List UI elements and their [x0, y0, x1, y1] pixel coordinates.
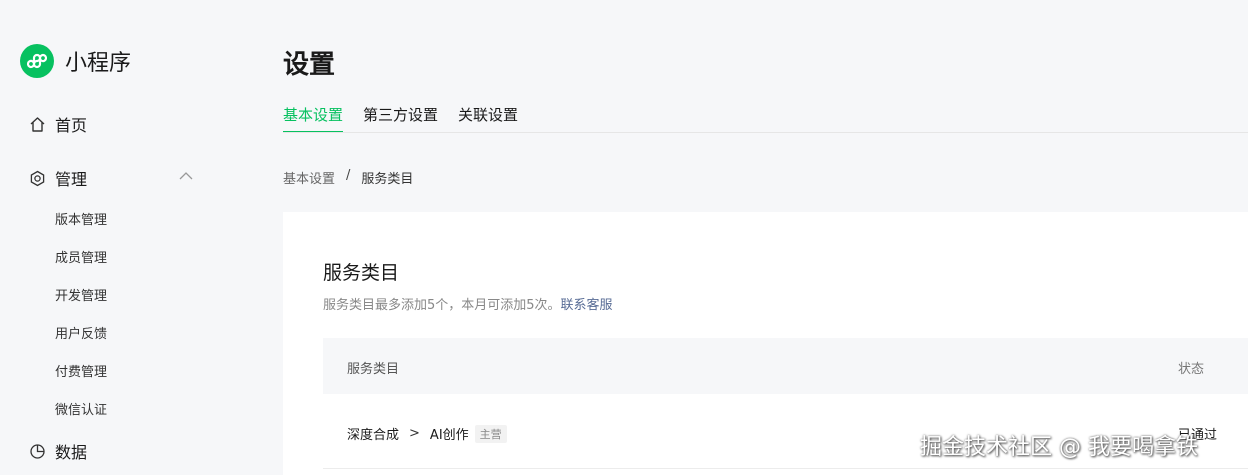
page-title: 设置	[283, 50, 336, 80]
sidebar-subitem-members[interactable]: 成员管理	[55, 247, 107, 266]
sidebar-subitem-verify[interactable]: 微信认证	[55, 399, 107, 418]
column-header-category: 服务类目	[347, 362, 400, 377]
tabs-divider	[283, 132, 1248, 133]
row-divider	[323, 468, 1248, 469]
sidebar-subitem-version[interactable]: 版本管理	[55, 209, 107, 228]
breadcrumb-current: 服务类目	[361, 172, 414, 187]
column-header-status: 状态	[1178, 362, 1205, 377]
watermark: 掘金技术社区 @ 我要喝拿铁	[920, 435, 1198, 460]
sidebar-item-label: 首页	[55, 116, 88, 135]
category-arrow: >	[409, 426, 420, 441]
table-header: 服务类目 状态	[323, 338, 1248, 394]
tab-basic-settings[interactable]: 基本设置	[283, 104, 344, 133]
brand[interactable]: 小程序	[20, 44, 131, 78]
sidebar-subitem-feedback[interactable]: 用户反馈	[55, 323, 107, 342]
category-primary: 深度合成	[347, 428, 400, 443]
category-cell: 深度合成 > AI创作 主营	[347, 424, 507, 443]
sidebar-item-data[interactable]: 数据	[28, 439, 87, 463]
breadcrumb-separator: /	[346, 168, 351, 183]
tab-linked-settings[interactable]: 关联设置	[458, 104, 518, 133]
sidebar-subitem-dev[interactable]: 开发管理	[55, 285, 107, 304]
home-icon	[28, 115, 46, 133]
breadcrumb: 基本设置 / 服务类目	[283, 168, 413, 187]
sidebar: 小程序 首页 管理 版本管理 成员管理 开发管理 用户反馈 付费管理 微信认证	[0, 0, 240, 475]
sidebar-subitem-payment[interactable]: 付费管理	[55, 361, 107, 380]
sidebar-item-label: 数据	[55, 443, 88, 462]
gear-icon	[28, 169, 46, 187]
description-text: 服务类目最多添加5个，本月可添加5次。	[323, 298, 561, 313]
card-description: 服务类目最多添加5个，本月可添加5次。联系客服	[323, 294, 613, 313]
chevron-up-icon[interactable]	[178, 170, 194, 182]
tab-third-party-settings[interactable]: 第三方设置	[363, 104, 438, 133]
sidebar-item-manage[interactable]: 管理	[28, 166, 87, 190]
sidebar-item-label: 管理	[55, 170, 88, 189]
breadcrumb-basic-settings[interactable]: 基本设置	[283, 168, 335, 187]
brand-name: 小程序	[65, 51, 132, 76]
card-title: 服务类目	[323, 262, 400, 284]
contact-support-link[interactable]: 联系客服	[561, 298, 613, 313]
primary-business-badge: 主营	[474, 424, 507, 443]
sidebar-item-home[interactable]: 首页	[28, 112, 87, 136]
settings-tabs: 基本设置 第三方设置 关联设置	[283, 104, 538, 133]
category-secondary: AI创作	[429, 428, 469, 443]
miniprogram-logo-icon	[20, 44, 54, 78]
chart-icon	[28, 442, 46, 460]
